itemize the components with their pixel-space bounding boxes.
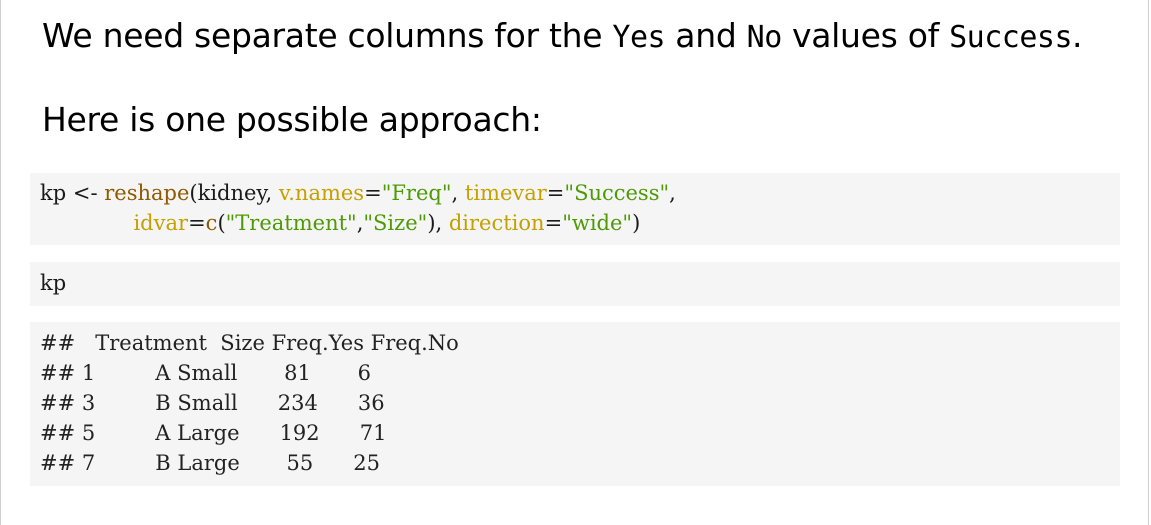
code-block-print: kp xyxy=(30,262,1120,306)
output-line: ## 5 A Large 192 71 xyxy=(40,421,387,445)
code-line-print: kp xyxy=(40,271,67,295)
inline-code-yes: Yes xyxy=(612,20,666,55)
code-line-2: idvar=c("Treatment","Size"), direction="… xyxy=(133,211,641,235)
output-block: ## Treatment Size Freq.Yes Freq.No ## 1 … xyxy=(30,322,1120,486)
inline-code-no: No xyxy=(746,20,783,55)
output-line: ## 1 A Small 81 6 xyxy=(40,361,371,385)
text-segment: We need separate columns for the xyxy=(42,16,613,55)
function-name: reshape xyxy=(104,181,190,205)
text-segment: . xyxy=(1072,16,1083,55)
output-line: ## Treatment Size Freq.Yes Freq.No xyxy=(40,331,459,355)
code-line-1: kp <- reshape(kidney, v.names="Freq", ti… xyxy=(40,181,676,205)
text-segment: and xyxy=(665,16,747,55)
heading-line-2: Here is one possible approach: xyxy=(42,100,542,139)
inline-code-success: Success xyxy=(949,20,1073,55)
output-line: ## 3 B Small 234 36 xyxy=(40,391,385,415)
code-block-reshape: kp <- reshape(kidney, v.names="Freq", ti… xyxy=(30,173,1120,245)
text-segment: values of xyxy=(781,16,950,55)
output-line: ## 7 B Large 55 25 xyxy=(40,451,381,475)
heading-line-1: We need separate columns for the Yes and… xyxy=(42,16,1083,58)
